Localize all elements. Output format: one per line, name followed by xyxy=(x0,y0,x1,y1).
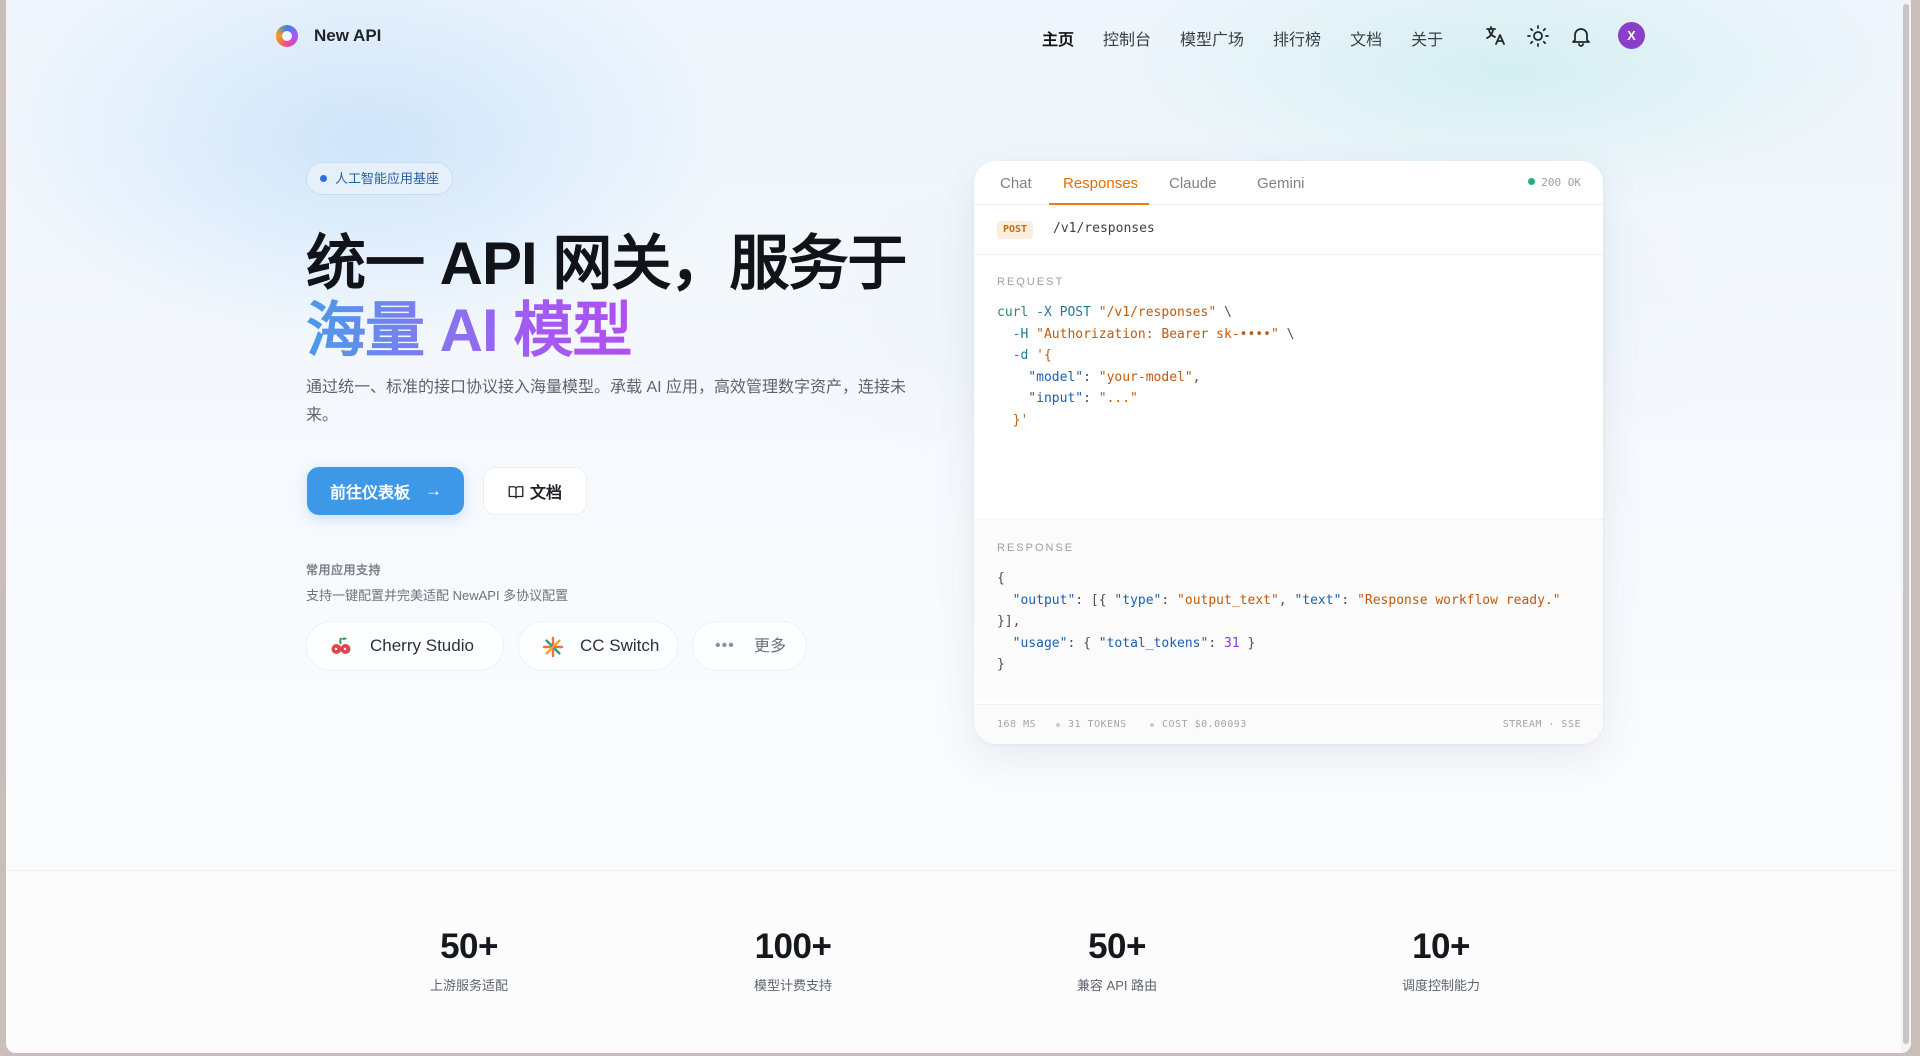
page-scrollbar[interactable] xyxy=(1901,0,1911,1053)
brand-name[interactable]: New API xyxy=(314,26,381,46)
code-line: } xyxy=(997,657,1005,673)
nav-item-docs[interactable]: 文档 xyxy=(1350,26,1382,50)
docs-button[interactable]: 文档 xyxy=(483,467,587,515)
status-indicator: 200 OK xyxy=(1528,176,1581,189)
stat-scheduling: 10+ 调度控制能力 xyxy=(1341,927,1541,994)
stat-label: 兼容 API 路由 xyxy=(1076,978,1158,993)
app-chip-label: 更多 xyxy=(754,638,787,655)
code-line: }' xyxy=(997,412,1029,428)
apps-section-subtitle: 支持一键配置并完美适配 NewAPI 多协议配置 xyxy=(306,588,569,603)
status-text: 200 OK xyxy=(1541,176,1581,189)
hero-headline-gradient: 海量 AI 模型 xyxy=(306,282,632,369)
translate-icon[interactable] xyxy=(1483,24,1507,48)
code-line: "model": "your-model", xyxy=(997,369,1201,385)
app-chip-cherry-studio[interactable]: Cherry Studio xyxy=(306,621,504,671)
hero-background xyxy=(6,0,1911,870)
tab-responses[interactable]: Responses xyxy=(1063,175,1138,192)
app-chip-more[interactable]: ••• 更多 xyxy=(692,621,807,671)
code-line: curl -X POST "/v1/responses" \ xyxy=(997,305,1232,320)
tab-chat[interactable]: Chat xyxy=(1000,175,1032,192)
nav-item-model-market[interactable]: 模型广场 xyxy=(1180,26,1244,50)
code-line: -H "Authorization: Bearer sk-••••" \ xyxy=(997,326,1295,342)
code-line: -d '{ xyxy=(997,348,1052,364)
endpoint-row: POST /v1/responses xyxy=(974,205,1603,255)
tokens-metric: 31 TOKENS xyxy=(1068,719,1127,730)
go-to-dashboard-button[interactable]: 前往仪表板 → xyxy=(307,467,464,515)
api-example-panel: Chat Responses Claude Gemini 200 OK POST… xyxy=(974,161,1603,744)
nav-item-home[interactable]: 主页 xyxy=(1042,26,1074,50)
nav-item-about[interactable]: 关于 xyxy=(1411,26,1443,50)
go-to-dashboard-label: 前往仪表板 xyxy=(330,485,411,502)
stat-value: 10+ xyxy=(1412,927,1470,966)
tab-gemini[interactable]: Gemini xyxy=(1257,175,1305,192)
stat-label: 模型计费支持 xyxy=(753,978,832,993)
sparkle-icon xyxy=(542,636,564,658)
stat-value: 50+ xyxy=(1088,927,1146,966)
code-line: "usage": { "total_tokens": 31 } xyxy=(997,635,1256,651)
book-icon xyxy=(508,486,524,499)
app-chip-label: Cherry Studio xyxy=(370,636,474,655)
request-code[interactable]: curl -X POST "/v1/responses" \ -H "Autho… xyxy=(997,302,1294,432)
theme-sun-icon[interactable] xyxy=(1526,24,1550,48)
stat-label: 调度控制能力 xyxy=(1401,978,1480,993)
top-navigation: New API 主页 控制台 模型广场 排行榜 文档 关于 X xyxy=(6,0,1901,72)
scrollbar-thumb[interactable] xyxy=(1903,4,1909,1044)
code-line: { xyxy=(997,571,1005,586)
category-badge: 人工智能应用基座 xyxy=(306,162,454,195)
http-method-badge: POST xyxy=(997,221,1034,239)
stat-label: 上游服务适配 xyxy=(429,978,508,993)
code-line: "input": "..." xyxy=(997,391,1138,407)
latency-metric: 168 MS xyxy=(997,719,1037,730)
stat-billing: 100+ 模型计费支持 xyxy=(693,927,893,994)
code-line: "output": [{ "type": "output_text", "tex… xyxy=(997,592,1561,608)
stat-routes: 50+ 兼容 API 路由 xyxy=(1017,927,1217,994)
nav-item-console[interactable]: 控制台 xyxy=(1103,26,1151,50)
protocol-tabs: Chat Responses Claude Gemini 200 OK xyxy=(974,161,1603,205)
tab-claude[interactable]: Claude xyxy=(1169,175,1217,192)
hero-description: 通过统一、标准的接口协议接入海量模型。承载 AI 应用，高效管理数字资产，连接未… xyxy=(306,379,907,424)
code-line: }], xyxy=(997,614,1021,630)
stats-section xyxy=(6,870,1911,1053)
stream-mode: STREAM · SSE xyxy=(1502,719,1581,730)
request-label: REQUEST xyxy=(997,276,1065,288)
app-chip-label: CC Switch xyxy=(580,636,660,655)
user-avatar[interactable]: X xyxy=(1618,22,1645,49)
bell-icon[interactable] xyxy=(1569,24,1593,48)
stat-upstream: 50+ 上游服务适配 xyxy=(369,927,569,994)
nav-item-leaderboard[interactable]: 排行榜 xyxy=(1273,26,1321,50)
browser-viewport: New API 主页 控制台 模型广场 排行榜 文档 关于 X 人工智能应用基座… xyxy=(6,0,1911,1053)
stat-value: 50+ xyxy=(440,927,498,966)
arrow-right-icon: → xyxy=(425,481,442,500)
main-menu: 主页 控制台 模型广场 排行榜 文档 关于 xyxy=(1042,26,1472,50)
apps-section-label: 常用应用支持 xyxy=(306,563,382,577)
cost-metric: COST $0.00093 xyxy=(1162,719,1247,730)
endpoint-path: /v1/responses xyxy=(1053,221,1155,236)
docs-button-label: 文档 xyxy=(530,485,563,502)
separator-dot xyxy=(1056,723,1060,727)
response-metrics-bar: 168 MS 31 TOKENS COST $0.00093 STREAM · … xyxy=(974,704,1603,744)
cherry-icon xyxy=(331,637,351,654)
response-code[interactable]: { "output": [{ "type": "output_text", "t… xyxy=(997,568,1561,676)
more-dots-icon: ••• xyxy=(715,637,735,654)
stat-value: 100+ xyxy=(754,927,832,966)
separator-dot xyxy=(1150,723,1154,727)
app-chip-cc-switch[interactable]: CC Switch xyxy=(518,621,678,671)
logo-icon[interactable] xyxy=(276,25,298,47)
status-dot-icon xyxy=(1528,178,1536,185)
response-label: RESPONSE xyxy=(997,542,1075,554)
